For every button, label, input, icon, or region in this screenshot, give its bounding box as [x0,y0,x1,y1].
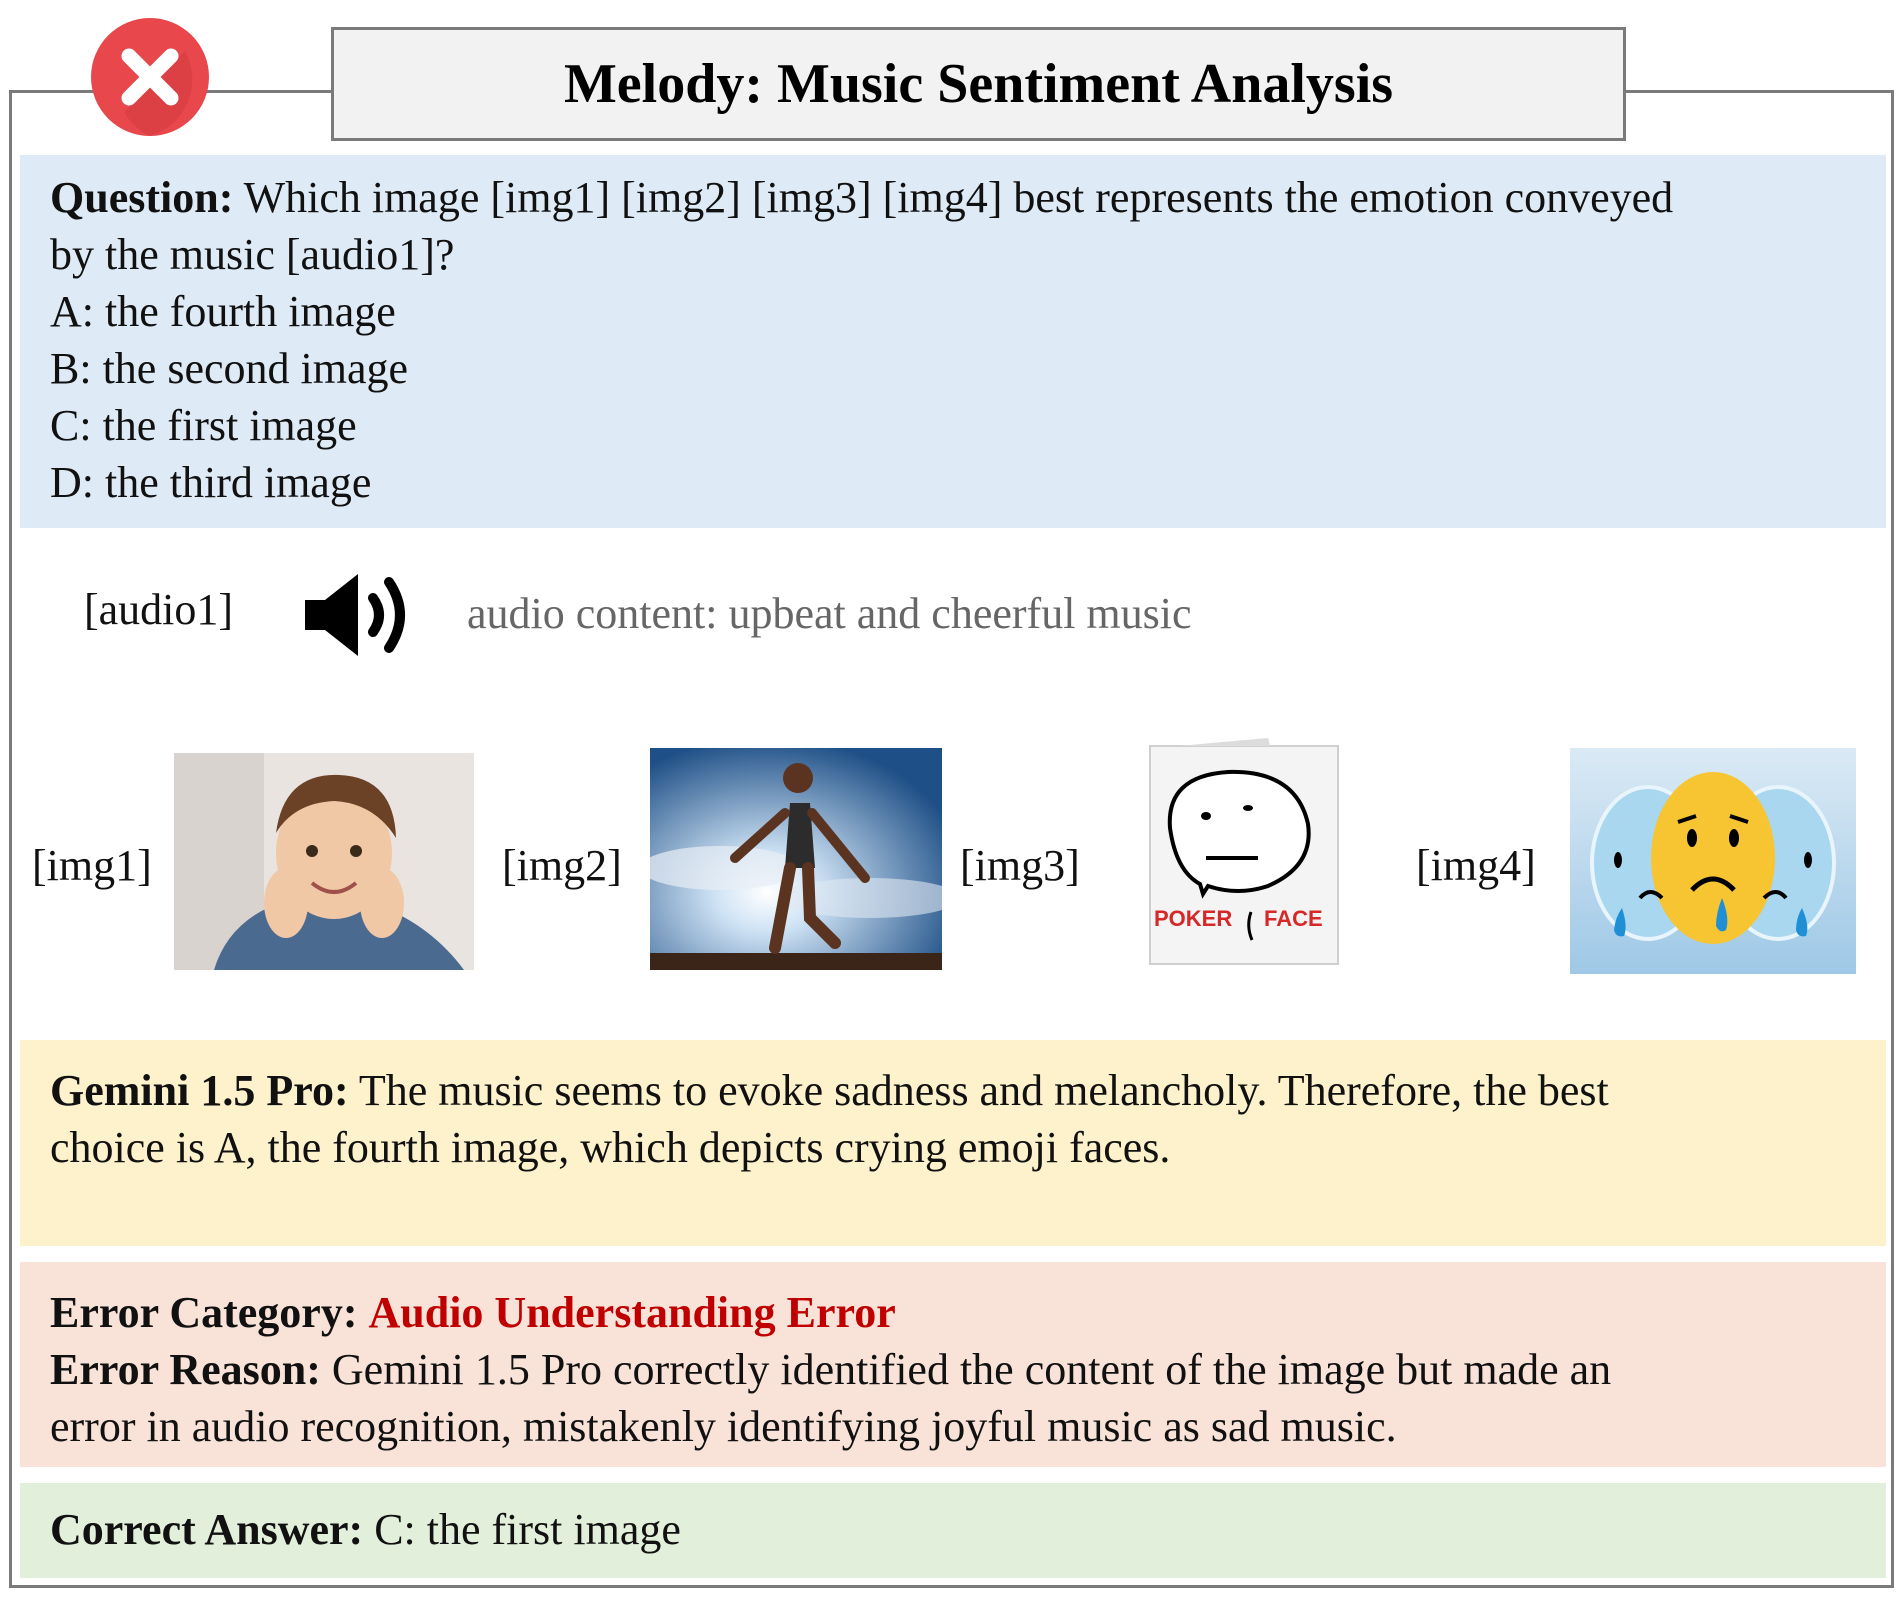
img2-jumping-athlete [650,748,942,970]
audio-description: audio content: upbeat and cheerful music [467,589,1192,638]
model-response-line1: The music seems to evoke sadness and mel… [358,1066,1609,1115]
question-text-line1: Which image [img1] [img2] [img3] [img4] … [243,173,1674,222]
img2-label: [img2] [502,841,622,890]
option-b: B: the second image [50,344,409,393]
error-reason-line1: Gemini 1.5 Pro correctly identified the … [331,1345,1612,1394]
error-category-label: Error Category: [50,1288,358,1337]
audio-label: [audio1] [84,585,234,634]
error-reason-label: Error Reason: [50,1345,321,1394]
model-response-panel: Gemini 1.5 Pro: The music seems to evoke… [20,1040,1886,1246]
correct-answer-label: Correct Answer: [50,1505,364,1554]
img3-poker-face-card: POKER FACE [1148,736,1340,966]
figure-title: Melody: Music Sentiment Analysis [331,27,1626,141]
speaker-icon[interactable] [303,570,423,660]
img4-crying-emoji [1570,748,1856,974]
error-panel: Error Category: Audio Understanding Erro… [20,1262,1886,1467]
img1-smiling-boy [174,753,474,970]
poker-caption: POKER [1154,906,1233,931]
img1-label: [img1] [32,841,152,890]
audio-row: [audio1] audio content: upbeat and cheer… [0,570,1902,660]
correct-answer-panel: Correct Answer: C: the first image [20,1483,1886,1578]
error-reason-line2: error in audio recognition, mistakenly i… [50,1402,1397,1451]
correct-answer-value: C: the first image [374,1505,681,1554]
question-text-line2: by the music [audio1]? [50,230,455,279]
face-caption: FACE [1264,906,1323,931]
model-response-line2: choice is A, the fourth image, which dep… [50,1123,1171,1172]
error-x-icon [91,18,209,136]
option-d: D: the third image [50,458,372,507]
error-category-value: Audio Understanding Error [368,1288,896,1337]
option-a: A: the fourth image [50,287,396,336]
option-c: C: the first image [50,401,357,450]
question-label: Question: [50,173,234,222]
question-panel: Question: Which image [img1] [img2] [img… [20,155,1886,528]
img4-label: [img4] [1416,841,1536,890]
img3-label: [img3] [960,841,1080,890]
model-name-label: Gemini 1.5 Pro: [50,1066,349,1115]
